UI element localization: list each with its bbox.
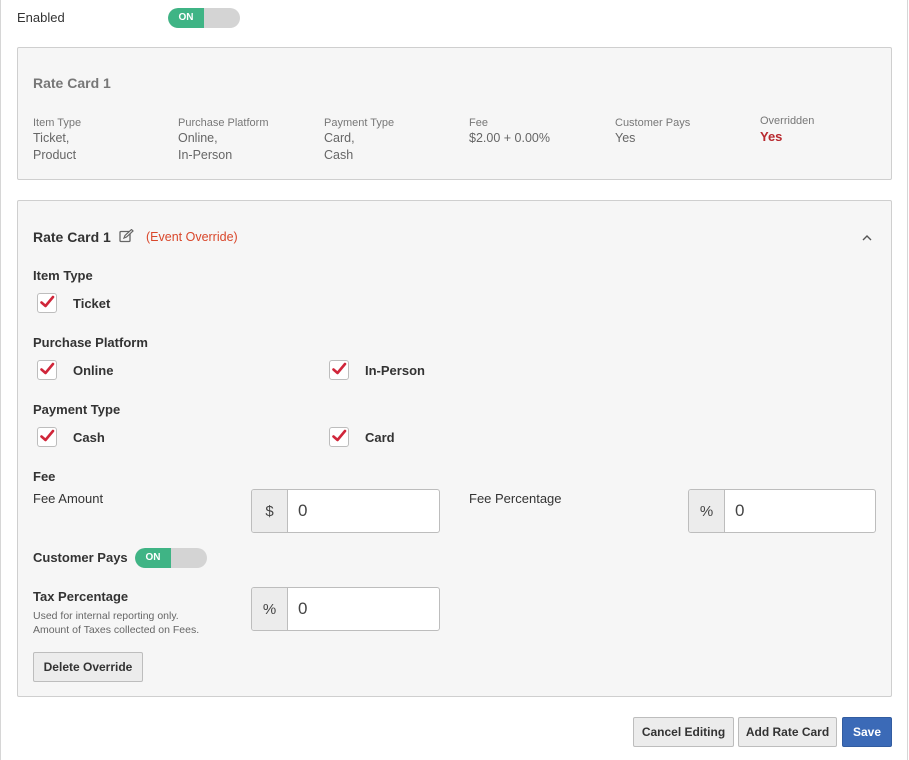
checkbox-label: In-Person <box>365 362 425 378</box>
tax-percentage-label: Tax Percentage <box>33 589 129 604</box>
dollar-addon: $ <box>252 490 288 532</box>
rate-card-editor: Rate Card 1 (Event Override) Item Type T… <box>17 200 892 697</box>
checkbox-label: Cash <box>73 429 105 445</box>
purchase-platform-label: Purchase Platform <box>33 335 148 350</box>
column-value: Card, Cash <box>324 131 355 162</box>
column-header: Overridden <box>760 115 815 127</box>
item-type-label: Item Type <box>33 268 93 283</box>
percent-addon: % <box>252 588 288 630</box>
fee-percentage-input[interactable]: 0 <box>725 490 875 532</box>
payment-type-label: Payment Type <box>33 402 121 417</box>
summary-overridden: Overridden Yes <box>760 114 814 145</box>
checkbox[interactable] <box>329 360 349 380</box>
checkbox[interactable] <box>37 427 57 447</box>
column-header: Purchase Platform <box>178 117 269 129</box>
checkbox-label: Card <box>365 429 395 445</box>
fee-amount-input[interactable]: 0 <box>288 490 439 532</box>
summary-purchase-platform: Purchase Platform Online, In-Person <box>178 116 268 164</box>
customer-pays-toggle[interactable]: ON <box>135 548 207 568</box>
fee-label: Fee <box>33 469 56 484</box>
toggle-on-label: ON <box>168 8 204 28</box>
chevron-up-icon[interactable] <box>861 230 873 248</box>
summary-fee: Fee $2.00 + 0.00% <box>469 116 550 147</box>
enabled-label: Enabled <box>17 10 65 25</box>
checkbox-in-person[interactable]: In-Person <box>329 360 425 380</box>
checkbox[interactable] <box>329 427 349 447</box>
column-value: $2.00 + 0.00% <box>469 131 550 145</box>
percent-addon: % <box>689 490 725 532</box>
add-rate-card-button[interactable]: Add Rate Card <box>738 717 837 747</box>
checkbox-label: Online <box>73 362 114 378</box>
toggle-on-label: ON <box>135 548 171 568</box>
save-button[interactable]: Save <box>842 717 892 747</box>
checkbox-card[interactable]: Card <box>329 427 395 447</box>
fee-amount-label: Fee Amount <box>33 491 104 506</box>
summary-item-type: Item Type Ticket, Product <box>33 116 81 164</box>
customer-pays-label: Customer Pays <box>33 550 128 565</box>
event-override-label: (Event Override) <box>146 230 238 244</box>
enabled-toggle[interactable]: ON <box>168 8 240 28</box>
tax-percentage-input[interactable]: 0 <box>288 588 439 630</box>
column-value: Ticket, Product <box>33 131 77 162</box>
column-header: Payment Type <box>324 117 395 129</box>
column-header: Item Type <box>33 117 82 129</box>
summary-customer-pays: Customer Pays Yes <box>615 116 690 147</box>
column-header: Customer Pays <box>615 117 691 129</box>
edit-icon[interactable] <box>119 228 134 248</box>
checkbox[interactable] <box>37 360 57 380</box>
column-header: Fee <box>469 117 488 129</box>
editor-title: Rate Card 1 <box>33 229 111 245</box>
fee-amount-field[interactable]: $ 0 <box>251 489 440 533</box>
tax-help-line-1: Used for internal reporting only. <box>33 610 179 622</box>
checkbox-ticket[interactable]: Ticket <box>37 293 110 313</box>
summary-title: Rate Card 1 <box>33 75 111 91</box>
tax-percentage-field[interactable]: % 0 <box>251 587 440 631</box>
fee-percentage-label: Fee Percentage <box>469 491 562 506</box>
delete-override-button[interactable]: Delete Override <box>33 652 143 682</box>
summary-payment-type: Payment Type Card, Cash <box>324 116 394 164</box>
checkbox-online[interactable]: Online <box>37 360 113 380</box>
fee-percentage-field[interactable]: % 0 <box>688 489 876 533</box>
column-value: Online, In-Person <box>178 131 233 162</box>
overridden-value: Yes <box>760 129 783 144</box>
tax-help-line-2: Amount of Taxes collected on Fees. <box>33 624 200 636</box>
checkbox[interactable] <box>37 293 57 313</box>
cancel-editing-button[interactable]: Cancel Editing <box>633 717 734 747</box>
checkbox-label: Ticket <box>73 295 111 311</box>
column-value: Yes <box>615 131 636 145</box>
rate-card-summary: Rate Card 1 Item Type Ticket, Product Pu… <box>17 47 892 180</box>
checkbox-cash[interactable]: Cash <box>37 427 105 447</box>
